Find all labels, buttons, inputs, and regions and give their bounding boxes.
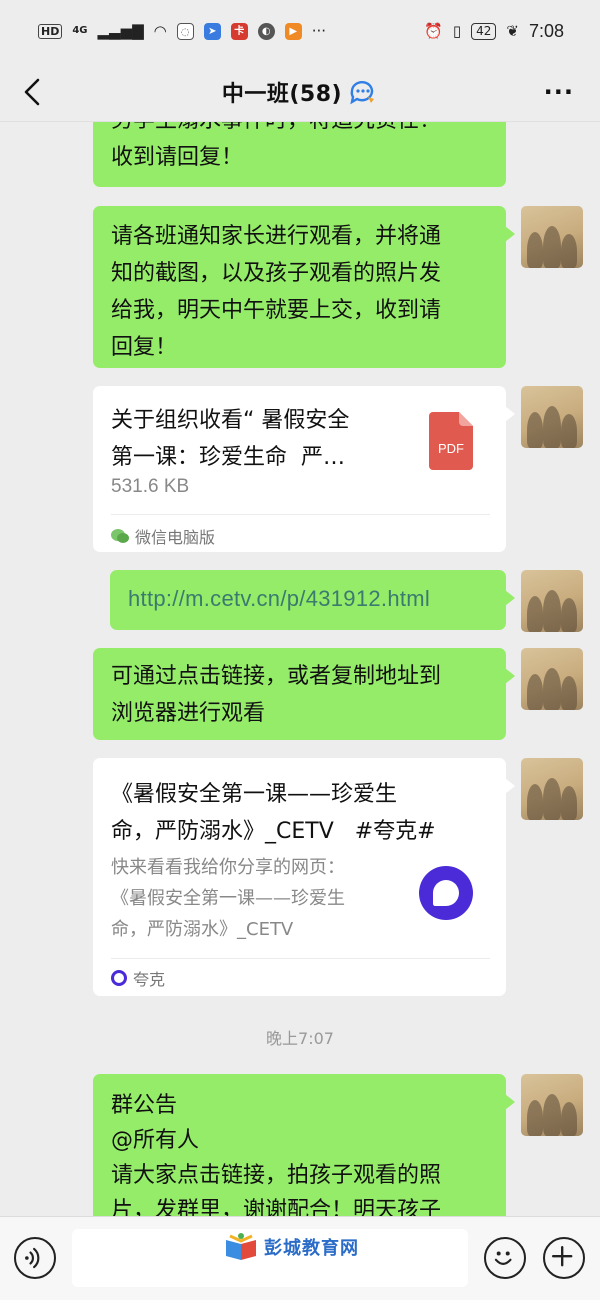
file-message-card[interactable]: 关于组织收看“ 暑假安全 第一课：珍爱生命 严… 531.6 KB PDF 微信…: [93, 386, 515, 552]
app-notification-icon: ➤: [203, 22, 221, 40]
chat-title: 中一班(58): [221, 81, 343, 107]
alarm-icon: ⏰: [424, 21, 443, 40]
watermark: 彭城教育网: [224, 1232, 359, 1262]
plus-icon[interactable]: [543, 1237, 585, 1279]
avatar[interactable]: [521, 758, 583, 820]
group-chat-bubble-icon: [350, 80, 375, 104]
app-notification-icon: 卡: [230, 22, 248, 40]
quark-icon: [419, 866, 473, 920]
voice-icon[interactable]: [14, 1237, 56, 1279]
network-type: 4G: [72, 25, 88, 36]
avatar[interactable]: [521, 386, 583, 448]
wifi-icon: ◠: [153, 21, 167, 40]
text-message[interactable]: 请各班通知家长进行观看，并将通 知的截图，以及孩子观看的照片发 给我，明天中午就…: [93, 206, 515, 368]
link-source-label: 夸克: [133, 970, 166, 989]
status-bar-left: HD 4G ▂▃▅▇ ◠ ◌ ➤ 卡 ◐ ▶ ···: [38, 21, 327, 40]
status-bar-right: ⏰ ▯ 42 ❦ 7:08: [424, 21, 564, 42]
battery-indicator: 42: [471, 22, 497, 40]
chat-header: 中一班(58) ···: [0, 62, 600, 122]
link-share-card[interactable]: 《暑假安全第一课——珍爱生 命，严防溺水》_CETV #夸克# 快来看看我给你分…: [93, 758, 515, 996]
link-description: 快来看看我给你分享的网页： 《暑假安全第一课——珍爱生 命，严防溺水》_CETV: [111, 857, 345, 940]
hd-indicator: HD: [38, 23, 63, 39]
more-notifications-indicator: ···: [311, 21, 327, 40]
file-source-label: 微信电脑版: [135, 528, 216, 547]
announcement-message[interactable]: 群公告 @所有人 请大家点击链接，拍孩子观看的照 片，发群里，谢谢配合！明天孩子: [93, 1074, 515, 1216]
link-source: 夸克: [111, 966, 165, 990]
text-message[interactable]: 可通过点击链接，或者复制地址到 浏览器进行观看: [93, 648, 515, 740]
pdf-file-icon: PDF: [429, 412, 473, 470]
divider: [111, 514, 490, 515]
message-text: 请各班通知家长进行观看，并将通 知的截图，以及孩子观看的照片发 给我，明天中午就…: [111, 224, 442, 360]
message-url[interactable]: http://m.cetv.cn/p/431912.html: [128, 586, 488, 612]
avatar[interactable]: [521, 570, 583, 632]
avatar[interactable]: [521, 206, 583, 268]
quark-small-icon: [111, 970, 127, 986]
announcement-text: 群公告 @所有人 请大家点击链接，拍孩子观看的照 片，发群里，谢谢配合！明天孩子: [111, 1093, 442, 1216]
avatar[interactable]: [521, 1074, 583, 1136]
signal-icon: ▂▃▅▇: [97, 21, 144, 40]
back-icon[interactable]: [18, 74, 48, 110]
link-title: 《暑假安全第一课——珍爱生 命，严防溺水》_CETV #夸克#: [111, 782, 436, 844]
text-message[interactable]: 务学生溺水事件时，将追究责任！ 收到请回复！: [93, 122, 506, 187]
divider: [111, 958, 490, 959]
watermark-logo-icon: [226, 1233, 256, 1260]
chat-messages[interactable]: 务学生溺水事件时，将追究责任！ 收到请回复！ 请各班通知家长进行观看，并将通 知…: [0, 122, 600, 1216]
watermark-text: 彭城教育网: [264, 1238, 359, 1259]
app-notification-icon: ◐: [257, 22, 275, 40]
file-source: 微信电脑版: [111, 524, 215, 548]
clock: 7:08: [528, 20, 564, 41]
app-notification-icon: ◌: [176, 22, 194, 40]
message-text: 可通过点击链接，或者复制地址到 浏览器进行观看: [111, 664, 442, 726]
time-divider: 晚上7:07: [266, 1029, 334, 1048]
avatar[interactable]: [521, 648, 583, 710]
emoji-icon[interactable]: [484, 1237, 526, 1279]
wechat-pc-icon: [111, 529, 129, 543]
file-size: 531.6 KB: [111, 476, 190, 497]
more-icon[interactable]: ···: [544, 78, 574, 106]
leaf-icon: ❦: [506, 21, 519, 40]
link-message[interactable]: http://m.cetv.cn/p/431912.html: [110, 570, 515, 630]
status-bar: HD 4G ▂▃▅▇ ◠ ◌ ➤ 卡 ◐ ▶ ··· ⏰ ▯ 42 ❦ 7:08: [0, 0, 600, 62]
file-title: 关于组织收看“ 暑假安全 第一课：珍爱生命 严…: [111, 408, 350, 470]
vibrate-icon: ▯: [452, 21, 462, 40]
message-text: 务学生溺水事件时，将追究责任！ 收到请回复！: [111, 122, 441, 170]
app-notification-icon: ▶: [284, 22, 302, 40]
svg-text:PDF: PDF: [438, 441, 464, 456]
